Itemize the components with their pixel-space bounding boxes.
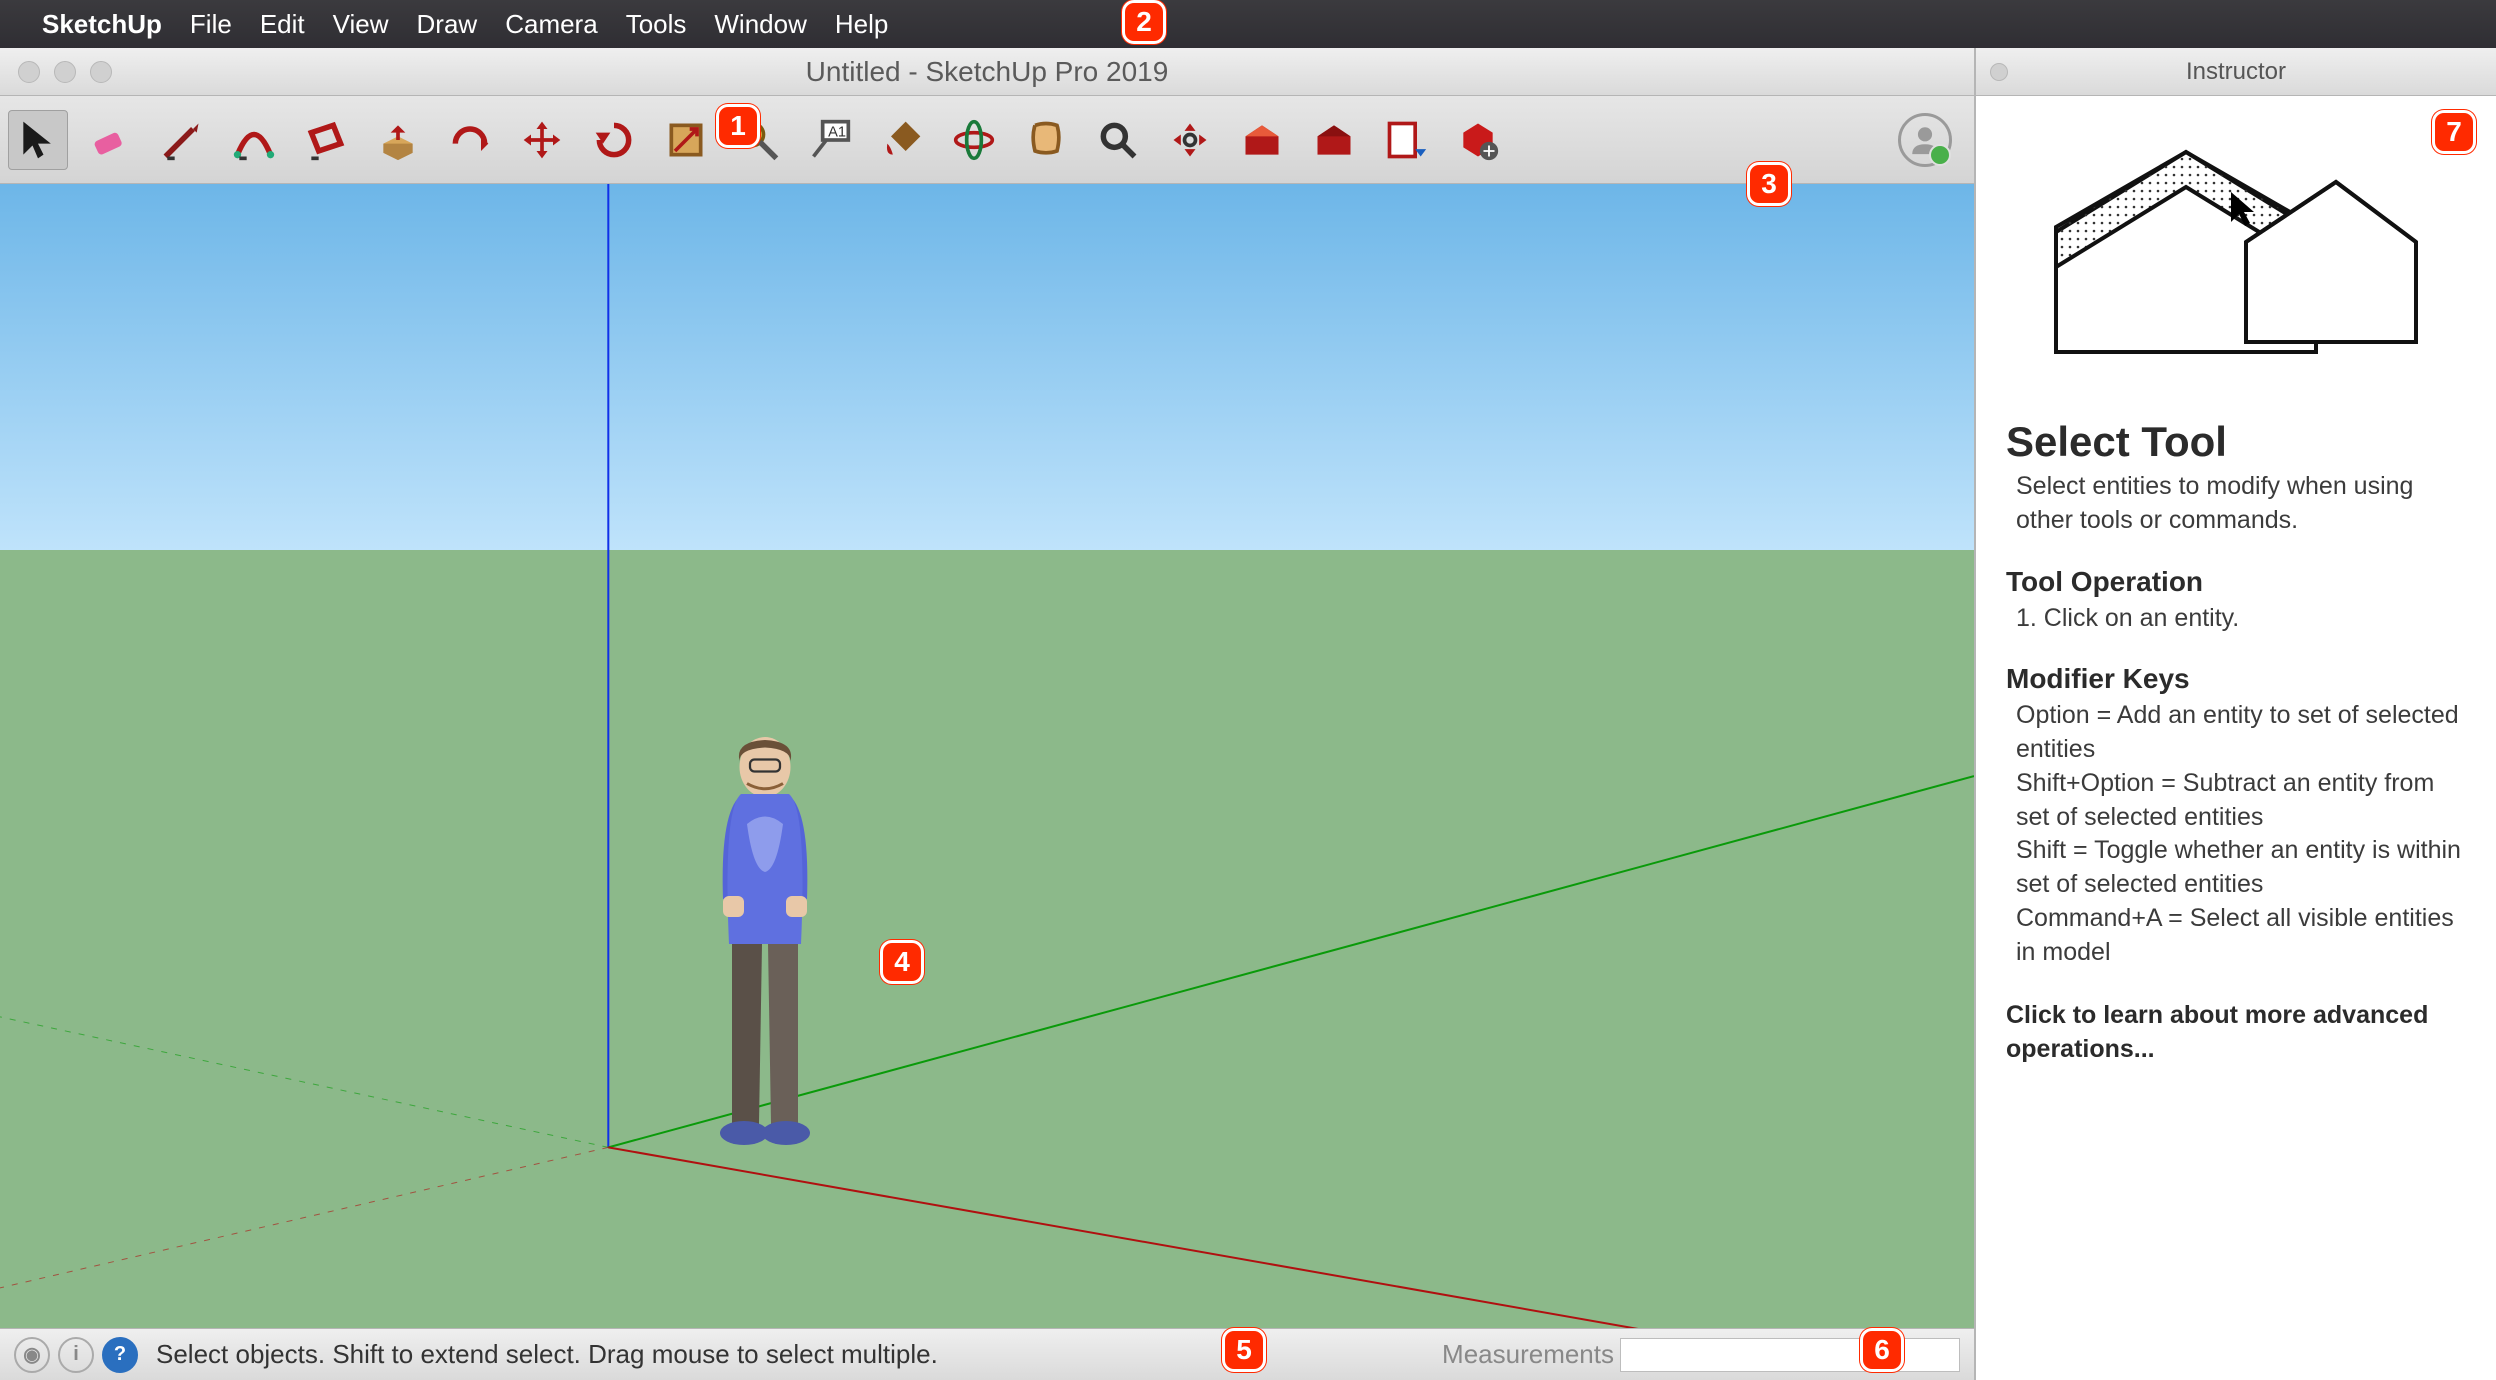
tool-line[interactable] xyxy=(152,110,212,170)
tool-push-pull[interactable] xyxy=(368,110,428,170)
measurements-input[interactable] xyxy=(1620,1338,1960,1372)
instructor-modifier-2: Shift+Option = Subtract an entity from s… xyxy=(2016,767,2466,835)
help-icon[interactable]: ? xyxy=(102,1337,138,1373)
app-name[interactable]: SketchUp xyxy=(42,9,162,40)
tool-layout[interactable] xyxy=(1376,110,1436,170)
measurements-label: Measurements xyxy=(1442,1339,1614,1370)
mac-menubar: SketchUp File Edit View Draw Camera Tool… xyxy=(0,0,2496,48)
instructor-subheading-modifiers: Modifier Keys xyxy=(2006,663,2466,695)
window-minimize-button[interactable] xyxy=(54,61,76,83)
window-zoom-button[interactable] xyxy=(90,61,112,83)
callout-3: 3 xyxy=(1747,162,1791,206)
tool-offset[interactable] xyxy=(440,110,500,170)
tool-3dwarehouse-get[interactable] xyxy=(1232,110,1292,170)
tool-move[interactable] xyxy=(512,110,572,170)
tool-rotate[interactable] xyxy=(584,110,644,170)
tool-zoom-extents[interactable] xyxy=(1160,110,1220,170)
callout-4: 4 xyxy=(880,940,924,984)
scale-figure xyxy=(690,734,840,1154)
menu-camera[interactable]: Camera xyxy=(505,9,597,40)
menu-edit[interactable]: Edit xyxy=(260,9,305,40)
tool-paint-bucket[interactable] xyxy=(872,110,932,170)
tool-rectangle[interactable] xyxy=(296,110,356,170)
credits-icon[interactable]: i xyxy=(58,1337,94,1373)
instructor-learn-more-link[interactable]: Click to learn about more advanced opera… xyxy=(2006,999,2466,1067)
viewport[interactable] xyxy=(0,184,1974,1328)
callout-1: 1 xyxy=(716,104,760,148)
menu-tools[interactable]: Tools xyxy=(626,9,687,40)
window-title: Untitled - SketchUp Pro 2019 xyxy=(0,56,1974,88)
tool-extension-warehouse[interactable] xyxy=(1448,110,1508,170)
instructor-operation-step: 1. Click on an entity. xyxy=(2016,602,2466,636)
account-button[interactable] xyxy=(1898,113,1952,167)
instructor-titlebar[interactable]: Instructor xyxy=(1976,48,2496,96)
instructor-modifier-3: Shift = Toggle whether an entity is with… xyxy=(2016,834,2466,902)
window-close-button[interactable] xyxy=(18,61,40,83)
instructor-heading: Select Tool xyxy=(2006,418,2466,466)
menu-file[interactable]: File xyxy=(190,9,232,40)
sketchup-window: Untitled - SketchUp Pro 2019 A1 xyxy=(0,48,1976,1380)
callout-2: 2 xyxy=(1122,0,1166,44)
menu-view[interactable]: View xyxy=(333,9,389,40)
toolbar: A1 xyxy=(0,96,1974,184)
callout-6: 6 xyxy=(1860,1328,1904,1372)
callout-5: 5 xyxy=(1222,1328,1266,1372)
instructor-title: Instructor xyxy=(2186,58,2286,86)
tool-orbit[interactable] xyxy=(944,110,1004,170)
tool-walk[interactable] xyxy=(1016,110,1076,170)
instructor-panel: Instructor Select Tool xyxy=(1976,48,2496,1380)
status-bar: ◉ i ? Select objects. Shift to extend se… xyxy=(0,1328,1974,1380)
tool-text[interactable]: A1 xyxy=(800,110,860,170)
menu-help[interactable]: Help xyxy=(835,9,888,40)
tool-scale[interactable] xyxy=(656,110,716,170)
instructor-close-button[interactable] xyxy=(1990,63,2008,81)
tool-zoom[interactable] xyxy=(1088,110,1148,170)
svg-text:A1: A1 xyxy=(828,124,846,140)
menu-window[interactable]: Window xyxy=(714,9,806,40)
tool-3dwarehouse-share[interactable] xyxy=(1304,110,1364,170)
tool-arc[interactable] xyxy=(224,110,284,170)
window-titlebar[interactable]: Untitled - SketchUp Pro 2019 xyxy=(0,48,1974,96)
axes xyxy=(0,184,1974,1328)
instructor-modifier-4: Command+A = Select all visible entities … xyxy=(2016,902,2466,970)
menu-draw[interactable]: Draw xyxy=(417,9,478,40)
instructor-description: Select entities to modify when using oth… xyxy=(2016,470,2466,538)
instructor-subheading-operation: Tool Operation xyxy=(2006,566,2466,598)
tool-select[interactable] xyxy=(8,110,68,170)
traffic-lights xyxy=(0,61,112,83)
instructor-modifier-1: Option = Add an entity to set of selecte… xyxy=(2016,699,2466,767)
tool-eraser[interactable] xyxy=(80,110,140,170)
callout-7: 7 xyxy=(2432,110,2476,154)
instructor-illustration xyxy=(2036,122,2436,382)
status-text: Select objects. Shift to extend select. … xyxy=(156,1339,938,1370)
geolocation-icon[interactable]: ◉ xyxy=(14,1337,50,1373)
